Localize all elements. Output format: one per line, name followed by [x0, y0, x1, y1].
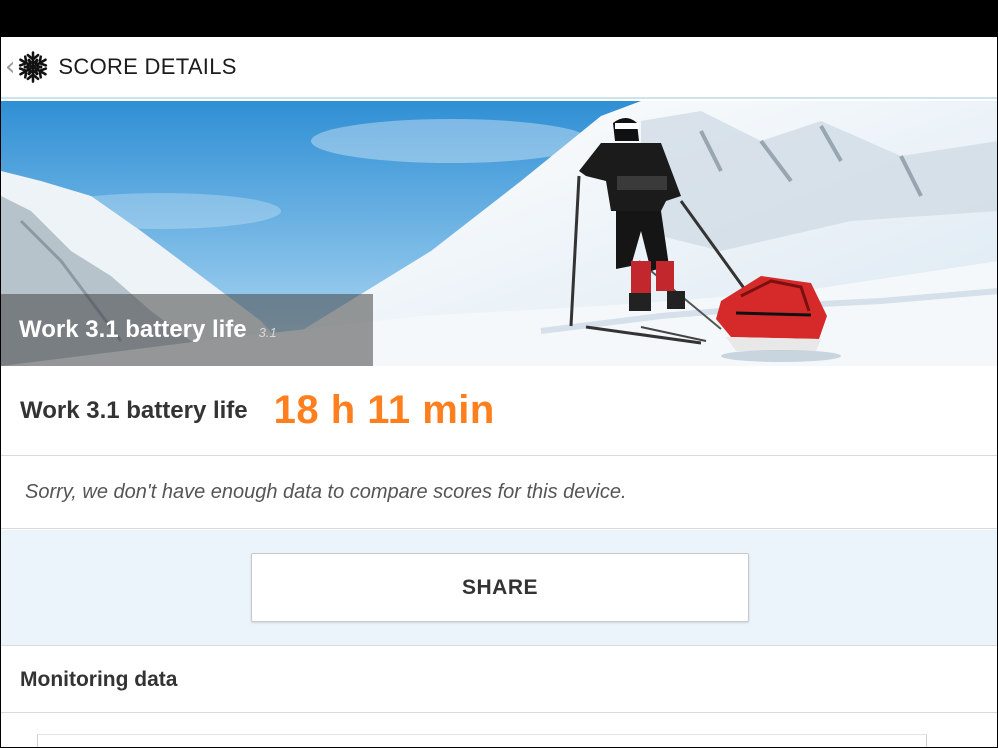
monitoring-data-header[interactable]: Monitoring data [1, 647, 997, 713]
back-button[interactable]: ‹ [1, 37, 50, 97]
monitoring-data-panel [37, 734, 927, 747]
app-window: ‹ SCORE DETAILS Work 3.1 battery life 3.… [0, 0, 998, 748]
app-bar: ‹ SCORE DETAILS [1, 37, 997, 99]
snowflake-icon [17, 51, 50, 83]
share-button[interactable]: SHARE [251, 553, 749, 622]
page-title: SCORE DETAILS [58, 54, 237, 79]
monitoring-data-label: Monitoring data [20, 667, 178, 691]
score-value: 18 h 11 min [273, 388, 495, 432]
score-label: Work 3.1 battery life [20, 396, 248, 424]
hero-caption: Work 3.1 battery life 3.1 [1, 294, 373, 366]
status-bar [1, 0, 997, 37]
chevron-left-icon: ‹ [5, 52, 16, 82]
hero-version: 3.1 [258, 324, 277, 340]
compare-message: Sorry, we don't have enough data to comp… [25, 481, 627, 503]
share-section: SHARE [1, 530, 997, 646]
hero-title: Work 3.1 battery life [19, 316, 247, 343]
compare-row: Sorry, we don't have enough data to comp… [1, 457, 997, 529]
share-button-label: SHARE [461, 575, 538, 599]
hero-banner: Work 3.1 battery life 3.1 [1, 101, 997, 366]
score-row: Work 3.1 battery life 18 h 11 min [1, 366, 997, 456]
